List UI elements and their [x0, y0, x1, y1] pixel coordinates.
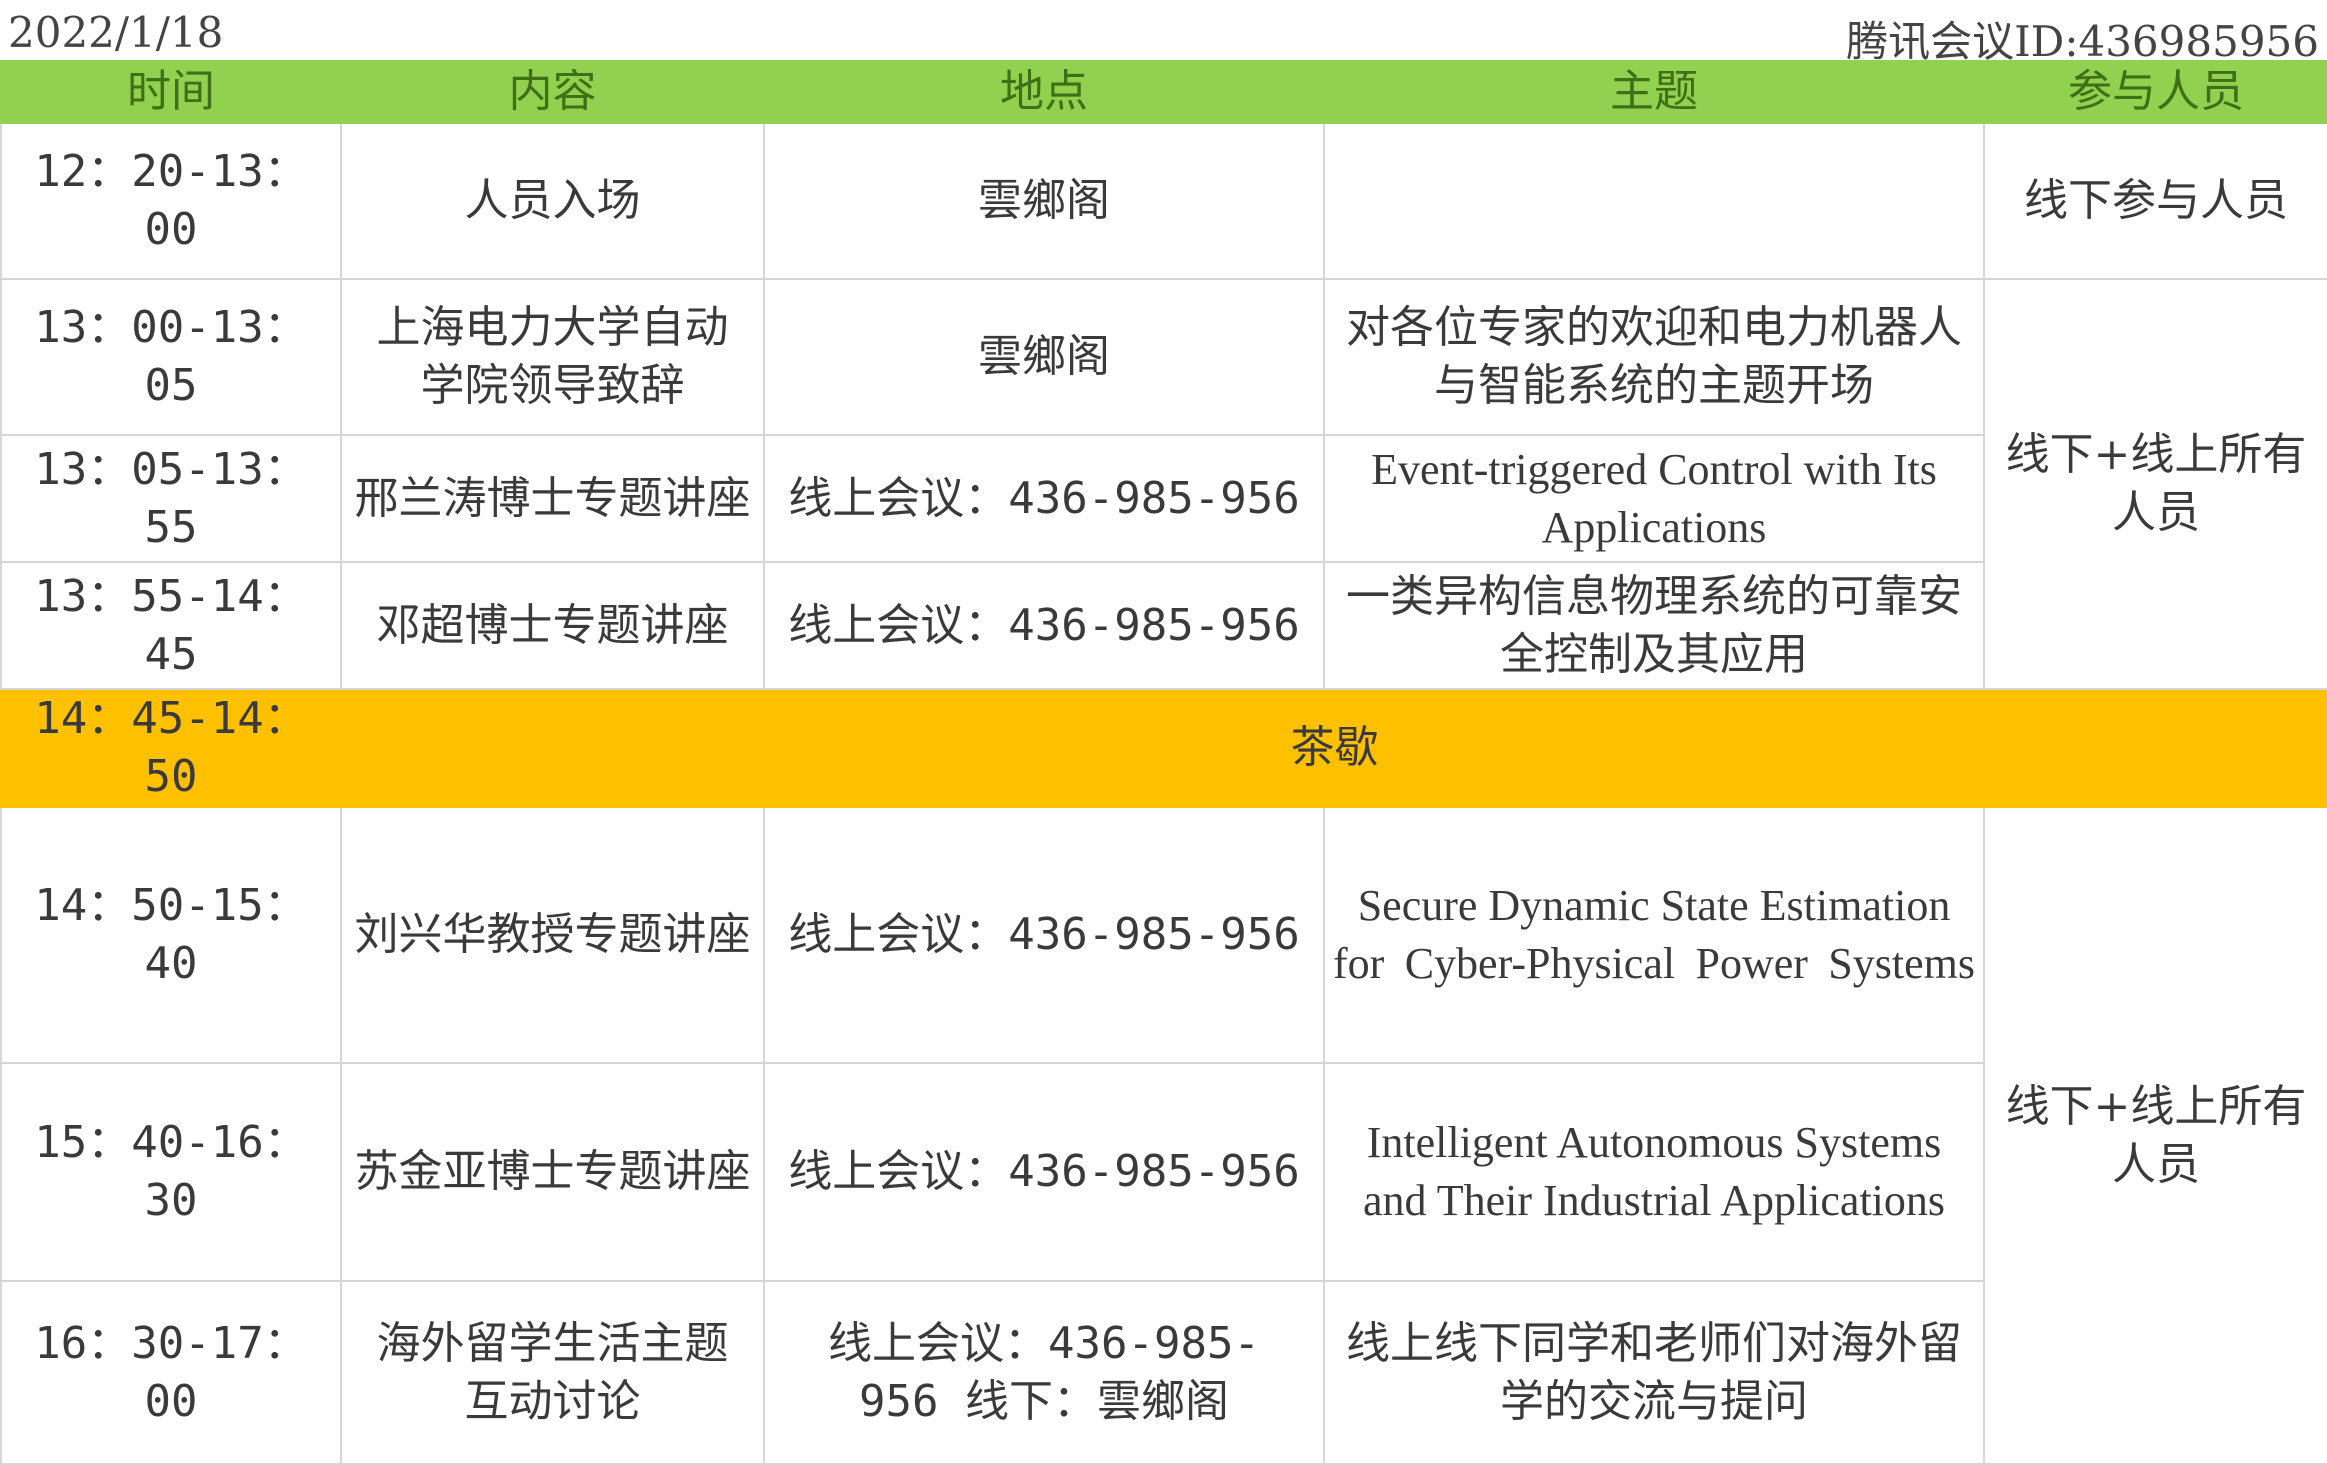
- location-cell: 线上会议：436-985-956: [763, 434, 1325, 563]
- date-label: 2022/1/18: [8, 8, 224, 57]
- time-cell: 13：05-13：55: [0, 434, 342, 563]
- table-row: 16：30-17：00 海外留学生活主题互动讨论 线上会议：436-985-95…: [0, 1280, 2327, 1465]
- column-header-topic: 主题: [1323, 60, 1985, 124]
- topic-cell: Intelligent Autonomous Systems and Their…: [1323, 1062, 1985, 1282]
- column-header-participants: 参与人员: [1983, 60, 2327, 124]
- topic-cell: 对各位专家的欢迎和电力机器人与智能系统的主题开场: [1323, 278, 1985, 436]
- location-cell: 线上会议：436-985-956: [763, 1062, 1325, 1282]
- location-cell: 雲鄉阁: [763, 122, 1325, 280]
- table-row: 13：00-13：05 上海电力大学自动学院领导致辞 雲鄉阁 对各位专家的欢迎和…: [0, 278, 2327, 690]
- time-cell: 16：30-17：00: [0, 1280, 342, 1465]
- table-row: 14：50-15：40 刘兴华教授专题讲座 线上会议：436-985-956 S…: [0, 806, 2327, 1465]
- location-cell: 线上会议：436-985-956: [763, 561, 1325, 690]
- location-cell: 雲鄉阁: [763, 278, 1325, 436]
- time-cell: 13：55-14：45: [0, 561, 342, 690]
- content-cell: 邢兰涛博士专题讲座: [340, 434, 765, 563]
- content-cell: 苏金亚博士专题讲座: [340, 1062, 765, 1282]
- content-cell: 海外留学生活主题互动讨论: [340, 1280, 765, 1465]
- topic-cell: 一类异构信息物理系统的可靠安全控制及其应用: [1323, 561, 1985, 690]
- table-row: 13：55-14：45 邓超博士专题讲座 线上会议：436-985-956 一类…: [0, 561, 2327, 690]
- participants-cell: 线下参与人员: [1983, 122, 2327, 280]
- content-cell: 上海电力大学自动学院领导致辞: [340, 278, 765, 436]
- time-cell: 14：50-15：40: [0, 806, 342, 1064]
- break-row: 14：45-14：50 茶歇: [0, 688, 2327, 808]
- time-cell: 14：45-14：50: [0, 688, 342, 808]
- table-header-row: 时间 内容 地点 主题 参与人员: [0, 60, 2327, 124]
- column-header-time: 时间: [0, 60, 342, 124]
- content-cell: 人员入场: [340, 122, 765, 280]
- content-cell: 邓超博士专题讲座: [340, 561, 765, 690]
- time-cell: 13：00-13：05: [0, 278, 342, 436]
- schedule-table: 时间 内容 地点 主题 参与人员 12：20-13：00 人员入场 雲鄉阁 线下…: [0, 60, 2327, 1465]
- topic-cell: Event-triggered Control with Its Applica…: [1323, 434, 1985, 563]
- column-header-location: 地点: [763, 60, 1325, 124]
- content-cell: 刘兴华教授专题讲座: [340, 806, 765, 1064]
- topic-cell: 线上线下同学和老师们对海外留学的交流与提问: [1323, 1280, 1985, 1465]
- participants-cell: 线下+线上所有人员: [1983, 278, 2327, 690]
- time-cell: 15：40-16：30: [0, 1062, 342, 1282]
- top-info-bar: 2022/1/18 腾讯会议ID:436985956: [0, 0, 2327, 66]
- break-label: 茶歇: [340, 688, 2327, 808]
- location-cell: 线上会议：436-985-956: [763, 806, 1325, 1064]
- table-row: 13：05-13：55 邢兰涛博士专题讲座 线上会议：436-985-956 E…: [0, 434, 2327, 563]
- table-row: 12：20-13：00 人员入场 雲鄉阁 线下参与人员: [0, 122, 2327, 280]
- column-header-content: 内容: [340, 60, 765, 124]
- topic-cell: [1323, 122, 1985, 280]
- participants-cell: 线下+线上所有人员: [1983, 806, 2327, 1465]
- location-cell: 线上会议：436-985-956 线下：雲鄉阁: [763, 1280, 1325, 1465]
- time-cell: 12：20-13：00: [0, 122, 342, 280]
- topic-cell: Secure Dynamic State Estimation for Cybe…: [1323, 806, 1985, 1064]
- table-row: 15：40-16：30 苏金亚博士专题讲座 线上会议：436-985-956 I…: [0, 1062, 2327, 1282]
